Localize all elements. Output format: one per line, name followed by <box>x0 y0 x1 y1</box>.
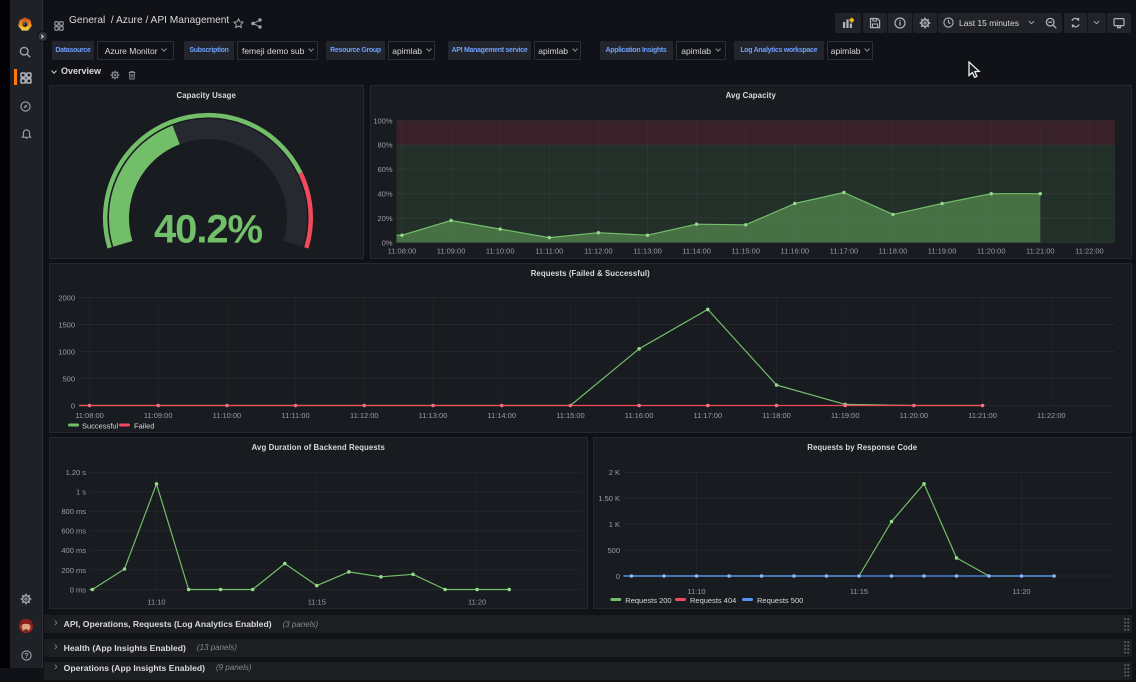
svg-text:400 ms: 400 ms <box>61 546 86 555</box>
svg-text:11:16:00: 11:16:00 <box>624 410 653 419</box>
svg-text:11:19:00: 11:19:00 <box>927 246 956 255</box>
svg-text:11:22:00: 11:22:00 <box>1036 410 1065 419</box>
svg-text:11:12:00: 11:12:00 <box>584 246 613 255</box>
svg-text:11:14:00: 11:14:00 <box>487 410 516 419</box>
svg-text:11:11:00: 11:11:00 <box>281 410 309 419</box>
svg-text:0 ms: 0 ms <box>69 585 86 594</box>
svg-text:11:09:00: 11:09:00 <box>436 246 465 255</box>
svg-text:0: 0 <box>70 401 74 410</box>
svg-text:11:10: 11:10 <box>687 587 705 596</box>
svg-text:600 ms: 600 ms <box>61 527 86 536</box>
svg-text:20%: 20% <box>377 213 392 222</box>
svg-text:60%: 60% <box>377 165 392 174</box>
svg-text:500: 500 <box>607 546 620 555</box>
svg-text:80%: 80% <box>377 140 392 149</box>
svg-text:0: 0 <box>615 572 619 581</box>
svg-text:11:17:00: 11:17:00 <box>693 410 722 419</box>
svg-text:11:20:00: 11:20:00 <box>976 246 1005 255</box>
svg-text:11:18:00: 11:18:00 <box>762 410 791 419</box>
svg-text:11:22:00: 11:22:00 <box>1075 246 1104 255</box>
svg-text:11:20:00: 11:20:00 <box>899 410 928 419</box>
svg-text:?: ? <box>24 653 28 660</box>
svg-text:Requests 404: Requests 404 <box>690 596 736 605</box>
svg-text:11:12:00: 11:12:00 <box>349 410 378 419</box>
svg-text:11:20: 11:20 <box>1012 587 1030 596</box>
svg-text:11:11:00: 11:11:00 <box>535 246 563 255</box>
svg-text:Requests 500: Requests 500 <box>757 596 803 605</box>
svg-text:11:13:00: 11:13:00 <box>418 410 447 419</box>
svg-text:200 ms: 200 ms <box>61 566 86 575</box>
svg-text:Requests 200: Requests 200 <box>625 596 671 605</box>
svg-text:11:08:00: 11:08:00 <box>75 410 104 419</box>
svg-text:11:19:00: 11:19:00 <box>830 410 859 419</box>
svg-text:1 K: 1 K <box>608 520 619 529</box>
svg-text:1000: 1000 <box>58 347 75 356</box>
svg-text:11:08:00: 11:08:00 <box>387 246 416 255</box>
svg-text:11:20: 11:20 <box>467 598 485 607</box>
svg-text:40.2%: 40.2% <box>154 207 262 251</box>
svg-text:11:13:00: 11:13:00 <box>633 246 662 255</box>
svg-text:100%: 100% <box>373 116 393 125</box>
svg-text:500: 500 <box>62 374 75 383</box>
svg-text:11:14:00: 11:14:00 <box>682 246 711 255</box>
svg-text:11:21:00: 11:21:00 <box>968 410 997 419</box>
svg-text:1 s: 1 s <box>75 488 85 497</box>
svg-text:1.50 K: 1.50 K <box>598 494 620 503</box>
svg-text:1500: 1500 <box>58 320 75 329</box>
svg-text:Successful: Successful <box>82 421 119 430</box>
svg-text:11:10:00: 11:10:00 <box>212 410 241 419</box>
svg-text:11:16:00: 11:16:00 <box>780 246 809 255</box>
svg-text:11:15: 11:15 <box>849 587 867 596</box>
svg-text:800 ms: 800 ms <box>61 507 86 516</box>
svg-text:11:09:00: 11:09:00 <box>143 410 172 419</box>
svg-text:11:21:00: 11:21:00 <box>1025 246 1054 255</box>
svg-text:Failed: Failed <box>134 421 154 430</box>
svg-text:1.20 s: 1.20 s <box>65 468 86 477</box>
svg-text:40%: 40% <box>377 189 392 198</box>
svg-text:11:15:00: 11:15:00 <box>556 410 585 419</box>
svg-text:11:10: 11:10 <box>147 598 165 607</box>
svg-text:11:18:00: 11:18:00 <box>878 246 907 255</box>
svg-text:11:15:00: 11:15:00 <box>731 246 760 255</box>
svg-text:11:17:00: 11:17:00 <box>829 246 858 255</box>
svg-text:11:10:00: 11:10:00 <box>485 246 514 255</box>
svg-text:2000: 2000 <box>58 293 75 302</box>
svg-text:2 K: 2 K <box>608 468 619 477</box>
svg-text:11:15: 11:15 <box>307 598 325 607</box>
